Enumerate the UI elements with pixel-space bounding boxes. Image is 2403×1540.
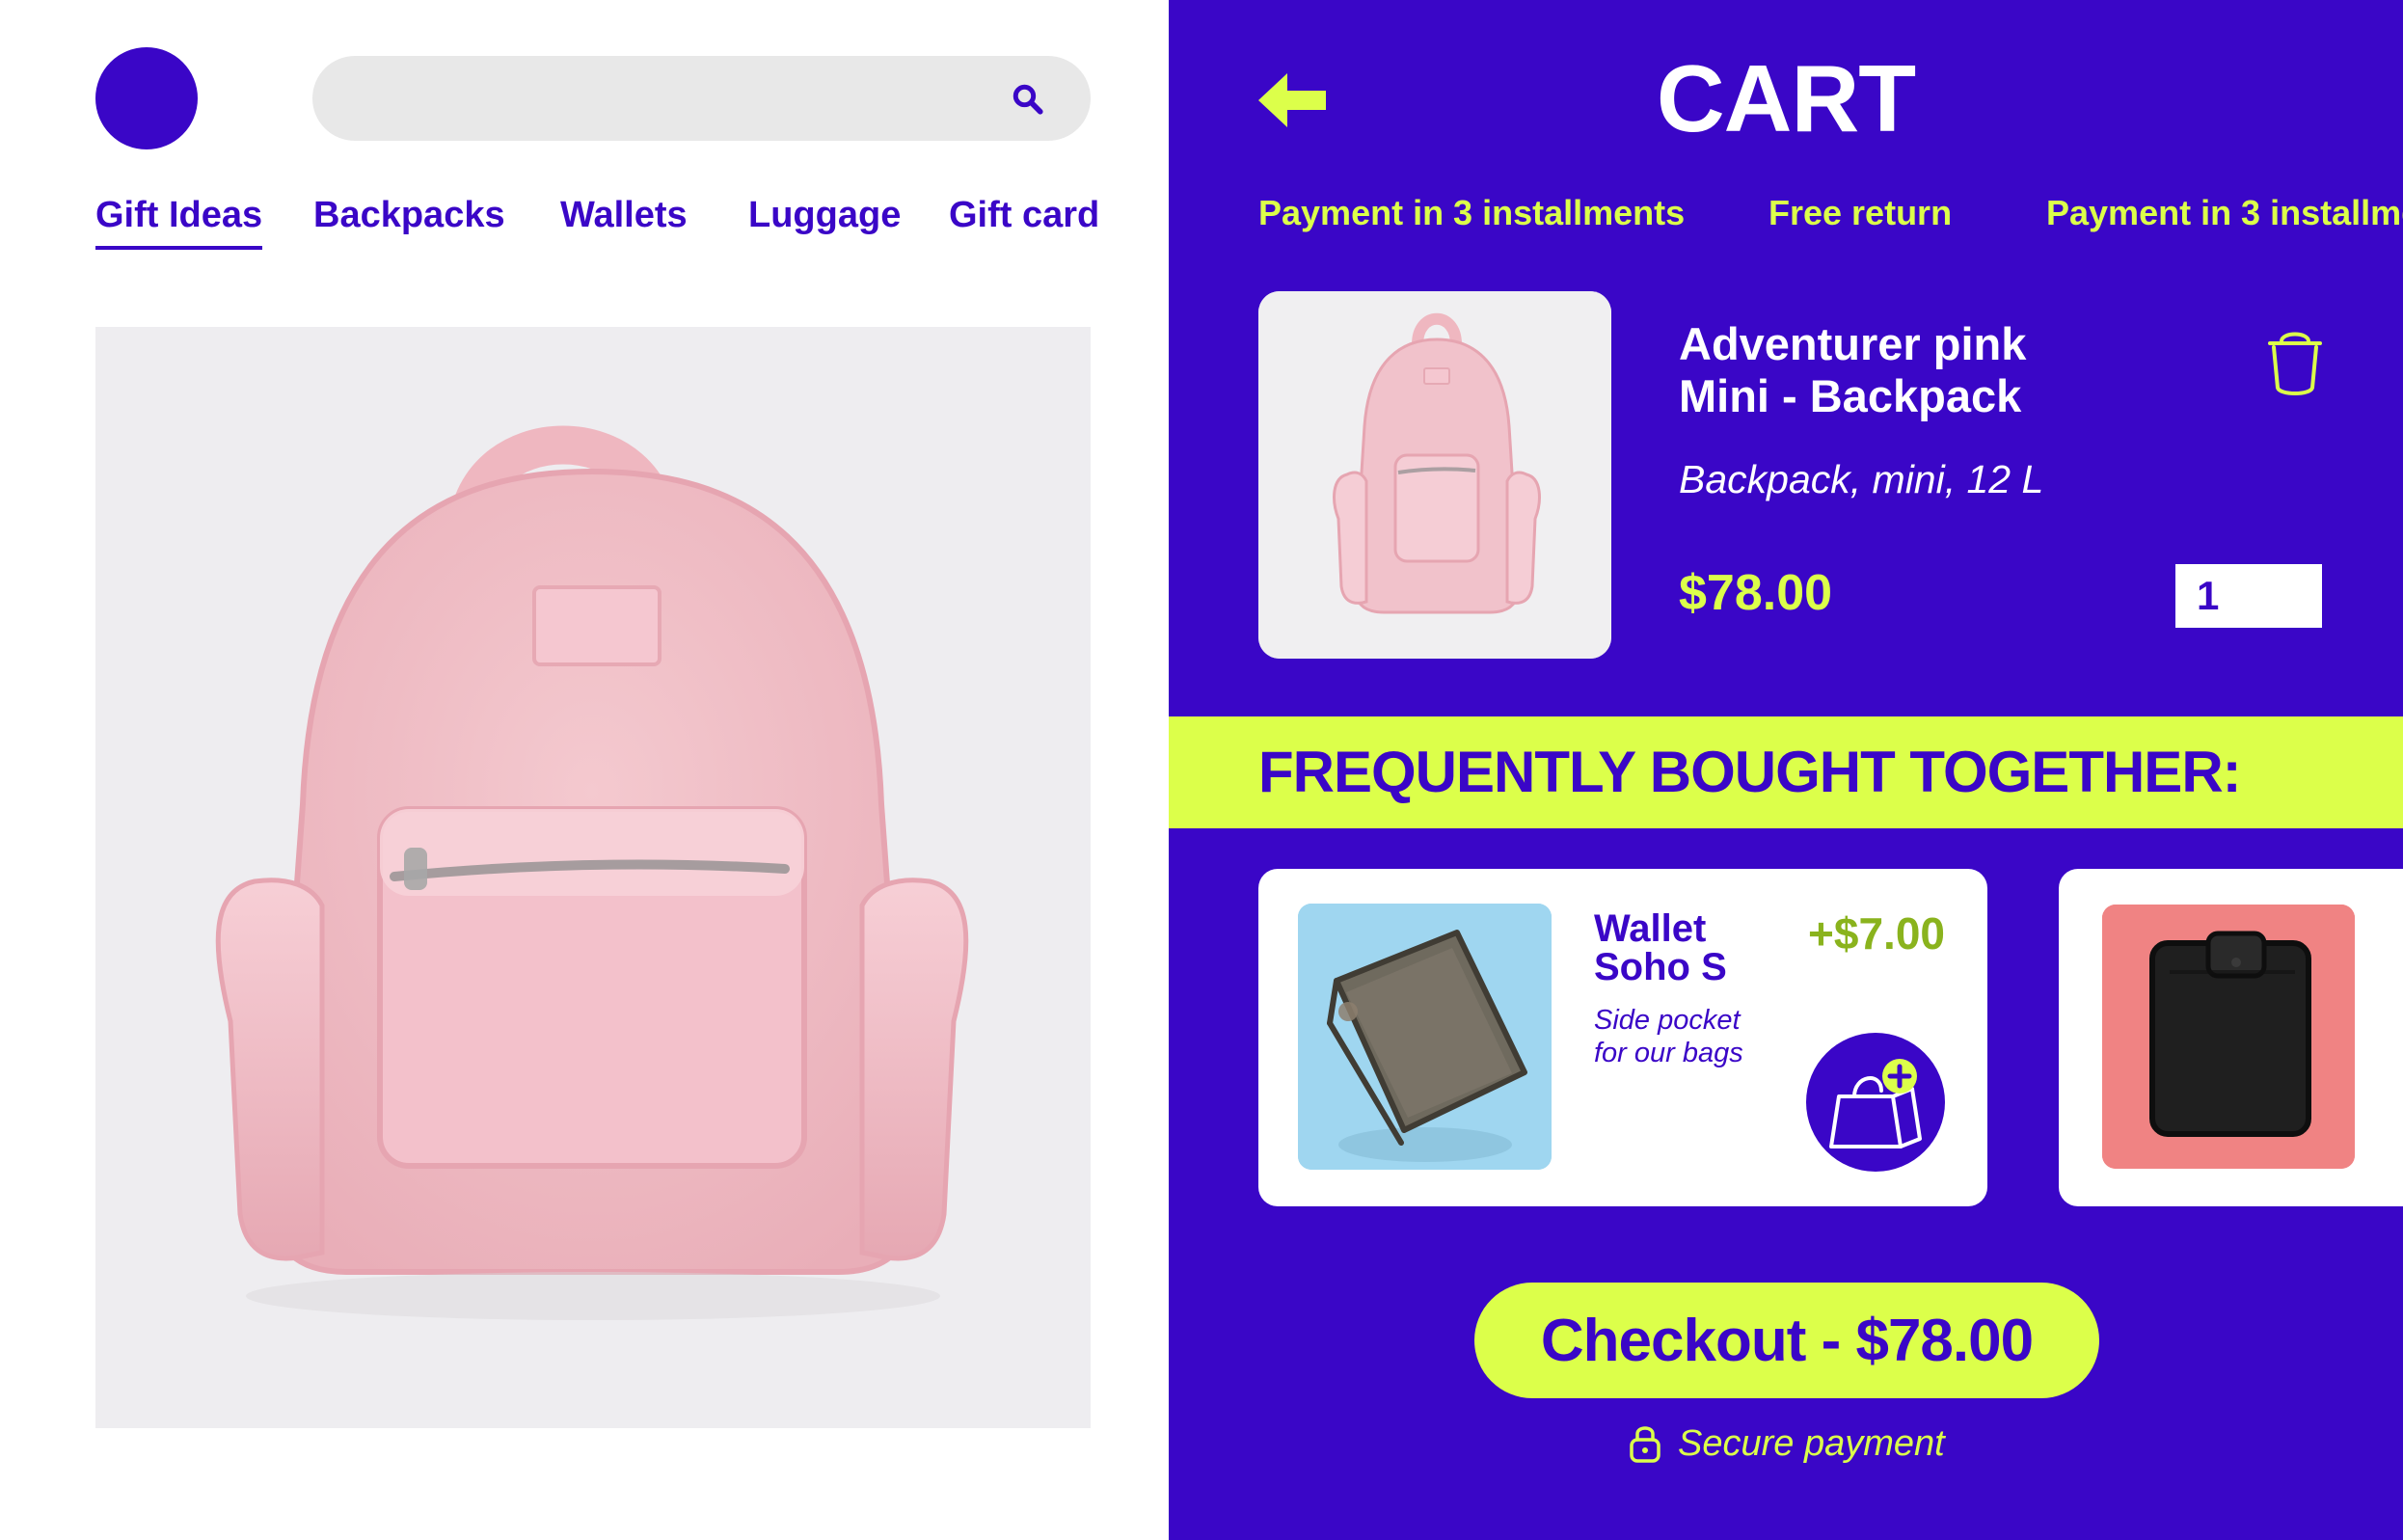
recommendation-card[interactable]: Wallet Soho S +$7.00 Side pocket for our…: [1258, 869, 1987, 1206]
search-bar[interactable]: [312, 56, 1091, 141]
nav-backpacks[interactable]: Backpacks: [313, 195, 505, 236]
cart-item-name: Adventurer pink Mini - Backpack: [1679, 318, 2180, 422]
cart-item-name-line1: Adventurer pink: [1679, 318, 2027, 369]
shop-panel: Gift Ideas Backpacks Wallets Luggage Gif…: [0, 0, 1169, 1540]
recommendation-desc-line1: Side pocket: [1594, 1005, 1741, 1036]
cart-item-description: Backpack, mini, 12 L: [1679, 457, 2044, 501]
section-title: FREQUENTLY BOUGHT TOGETHER:: [1258, 740, 2242, 804]
search-icon[interactable]: [1012, 83, 1044, 116]
recommendation-name-line2: Soho S: [1594, 946, 1727, 988]
nav-luggage[interactable]: Luggage: [748, 195, 901, 236]
recommendation-description: Side pocket for our bags: [1594, 1004, 1806, 1069]
wallet-illustration: [1298, 904, 1552, 1170]
cart-item-name-line2: Mini - Backpack: [1679, 370, 2022, 421]
recommendation-name-line1: Wallet: [1594, 907, 1707, 950]
perk-free-return: Free return: [1768, 193, 1953, 232]
page: Gift Ideas Backpacks Wallets Luggage Gif…: [0, 0, 2403, 1540]
backpack-illustration: [95, 327, 1091, 1428]
brand-logo[interactable]: [95, 47, 198, 149]
cart-item-price: $78.00: [1679, 565, 1833, 621]
quantity-input[interactable]: [2175, 564, 2322, 628]
recommendation-card-2[interactable]: [2059, 869, 2403, 1206]
trash-icon[interactable]: [2264, 328, 2326, 399]
recommendation-name: Wallet Soho S: [1594, 909, 1806, 986]
cart-panel: CART Payment in 3 installments Free retu…: [1169, 0, 2403, 1540]
nav-gift-ideas[interactable]: Gift Ideas: [95, 195, 263, 250]
cart-item-image: [1258, 291, 1611, 659]
product-hero-image: [95, 327, 1091, 1428]
recommendation-2-image: [2102, 905, 2355, 1169]
nav-wallets[interactable]: Wallets: [560, 195, 688, 236]
backpack-thumbnail-illustration: [1258, 291, 1611, 659]
black-wallet-illustration: [2102, 905, 2355, 1169]
add-to-bag-icon: [1829, 1059, 1922, 1148]
nav-gift-card[interactable]: Gift card: [949, 195, 1099, 236]
wallet-image: [1298, 904, 1552, 1170]
secure-payment-note: Secure payment: [1626, 1422, 1945, 1465]
recommendation-desc-line2: for our bags: [1594, 1038, 1743, 1068]
perk-installments: Payment in 3 installments: [1258, 193, 1686, 232]
perk-installments-truncated: Payment in 3 installme: [2046, 193, 2403, 232]
lock-icon: [1630, 1426, 1660, 1463]
checkout-button[interactable]: Checkout - $78.00: [1474, 1283, 2099, 1398]
frequently-bought-together-banner: FREQUENTLY BOUGHT TOGETHER:: [1169, 716, 2403, 828]
cart-title: CART: [1656, 45, 1916, 151]
secure-payment-label: Secure payment: [1678, 1422, 1945, 1464]
recommendation-price: +$7.00: [1808, 908, 1945, 959]
add-to-cart-button[interactable]: [1806, 1033, 1945, 1172]
